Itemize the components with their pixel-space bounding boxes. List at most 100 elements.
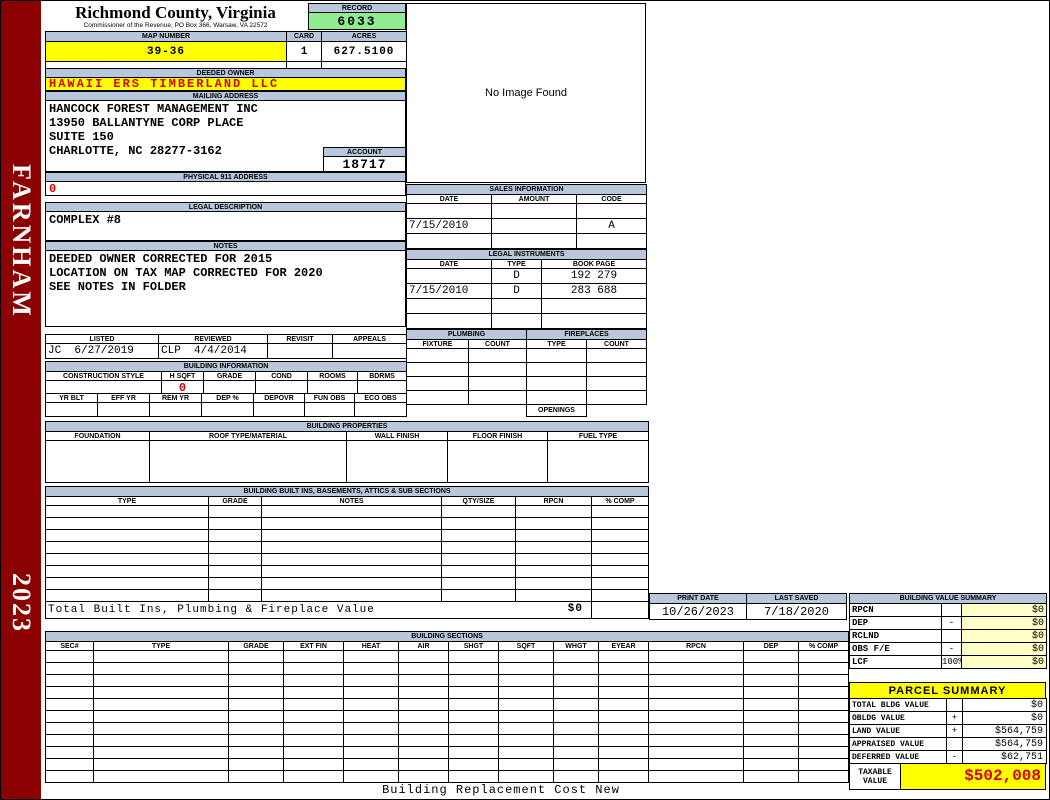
cell — [441, 565, 516, 578]
cell: LCF — [849, 655, 942, 669]
cell — [398, 734, 449, 747]
county-subtitle: Commissioner of the Revenue, PO Box 366,… — [83, 22, 268, 29]
cell — [283, 674, 344, 687]
cell: A — [575, 218, 648, 234]
cell — [45, 541, 209, 554]
cell — [575, 203, 648, 219]
col-yr-blt: YR BLT — [45, 393, 98, 403]
sidebar: FARNHAM 2023 — [1, 1, 41, 799]
cell — [648, 674, 744, 687]
cell — [498, 650, 554, 663]
cell — [498, 758, 554, 771]
empty-row — [406, 390, 647, 405]
cell: 100% — [941, 655, 962, 669]
cell — [553, 698, 599, 711]
cell — [553, 662, 599, 675]
cell — [332, 343, 407, 359]
cell — [267, 343, 333, 359]
legal-description-box: COMPLEX #8 — [45, 211, 406, 241]
cell — [45, 722, 94, 735]
table-row — [406, 203, 648, 219]
cell — [406, 348, 469, 363]
taxable-value: $502,008 — [900, 763, 1046, 790]
building-properties-title: BUILDING PROPERTIES — [44, 421, 650, 432]
col-floor-finish: FLOOR FINISH — [447, 431, 548, 441]
cell — [590, 541, 650, 554]
cell — [398, 746, 449, 759]
mailing-address-block: MAILING ADDRESS HANCOCK FOREST MANAGEMEN… — [45, 91, 406, 172]
cell: JC 6/27/2019 — [45, 343, 159, 359]
review-table: LISTED REVIEWED REVISIT APPEALS JC 6/27/… — [45, 334, 407, 359]
cell — [343, 698, 399, 711]
building-value-summary-rows: RPCN $0 DEP - $0 RCLND $0 OBS F/E - $0 LCF 100% $0 — [849, 603, 1048, 669]
cell — [283, 662, 344, 675]
legal-col-bookpage: BOOK PAGE — [541, 259, 647, 269]
building-properties-table: BUILDING PROPERTIES FOUNDATION ROOF TYPE… — [44, 421, 650, 483]
cell — [553, 758, 599, 771]
cell — [398, 662, 449, 675]
cell — [491, 298, 542, 314]
cell — [498, 722, 554, 735]
cell — [283, 710, 344, 723]
empty-row — [45, 710, 850, 723]
cell — [208, 565, 262, 578]
cell: 283 688 — [541, 283, 647, 299]
deeded-owner-block: DEEDED OWNER HAWAII ERS TIMBERLAND LLC — [45, 68, 406, 91]
cell — [406, 376, 469, 391]
cell — [515, 565, 592, 578]
empty-row — [406, 348, 647, 363]
cell — [797, 722, 850, 735]
col-whgt: WHGT — [553, 641, 599, 651]
cell — [797, 710, 850, 723]
cell — [228, 662, 284, 675]
cell — [283, 722, 344, 735]
table-row: LCF 100% $0 — [849, 655, 1048, 669]
cell — [343, 770, 399, 783]
col-rooms: ROOMS — [307, 371, 358, 381]
cell — [448, 686, 499, 699]
cell — [590, 577, 650, 590]
cell — [468, 390, 527, 405]
cell: RCLND — [849, 629, 942, 643]
empty-row — [45, 758, 850, 771]
cell — [45, 770, 94, 783]
mailing-address-box: HANCOCK FOREST MANAGEMENT INC 13950 BALL… — [45, 100, 406, 172]
empty-row — [45, 440, 650, 483]
cell — [586, 362, 647, 377]
cell: $0 — [960, 655, 1048, 669]
building-information-title: BUILDING INFORMATION — [44, 361, 408, 372]
cell — [797, 698, 850, 711]
col-grade: GRADE — [228, 641, 284, 651]
legal-description-block: LEGAL DESCRIPTION COMPLEX #8 — [45, 202, 406, 241]
col-revisit: REVISIT — [267, 334, 333, 344]
parcel-summary: PARCEL SUMMARY TOTAL BLDG VALUE $0 OBLDG V… — [849, 682, 1047, 790]
table-row: RPCN $0 — [849, 603, 1048, 617]
table-row: 7/15/2010 A — [406, 218, 648, 234]
table-row: DEFERRED VALUE - $62,751 — [849, 750, 1047, 764]
col-fun-obs: FUN OBS — [304, 393, 355, 403]
cell — [441, 505, 516, 518]
cell — [586, 376, 647, 391]
empty-row — [406, 376, 647, 391]
empty-row — [45, 722, 850, 735]
cell — [575, 233, 648, 249]
building-value-summary-table: BUILDING VALUE SUMMARY RPCN $0 DEP - $0 RCLND… — [848, 593, 1048, 669]
cell — [208, 529, 262, 542]
building-information-table: BUILDING INFORMATION CONSTRUCTION STYLE … — [44, 361, 408, 396]
physical-address-block: PHYSICAL 911 ADDRESS 0 — [45, 172, 406, 196]
cell — [93, 650, 229, 663]
empty-row — [45, 517, 650, 530]
fireplaces-col-count: COUNT — [586, 339, 647, 349]
review-rows: JC 6/27/2019 CLP 4/4/2014 — [45, 343, 407, 359]
col-ext-fin: EXT FIN — [283, 641, 344, 651]
print-date-value: 10/26/2023 — [649, 603, 747, 620]
cell — [93, 686, 229, 699]
cell — [93, 758, 229, 771]
cell — [941, 603, 962, 617]
cell: - — [941, 642, 962, 656]
cell — [343, 650, 399, 663]
cell — [498, 746, 554, 759]
cell — [346, 440, 448, 483]
parcel-summary-title: PARCEL SUMMARY — [849, 682, 1046, 699]
building-sections-rows — [45, 650, 850, 783]
